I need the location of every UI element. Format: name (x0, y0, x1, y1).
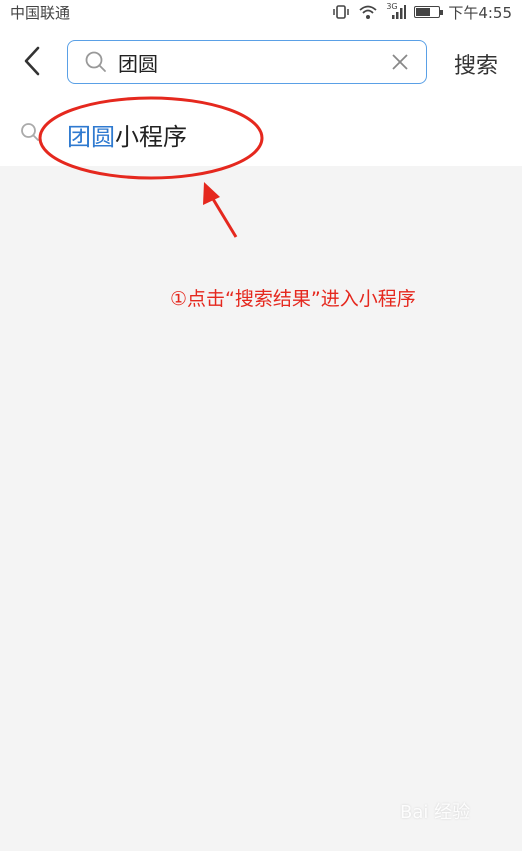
result-highlight: 团圆 (67, 123, 115, 151)
search-field[interactable] (67, 40, 427, 84)
chevron-left-icon (24, 46, 40, 76)
network-type-label: 3G (386, 2, 398, 11)
result-label: 团圆小程序 (67, 117, 187, 152)
vibrate-icon (332, 4, 350, 20)
watermark: Bai 经验 (400, 802, 471, 823)
search-input[interactable] (116, 49, 370, 75)
instruction-text: ①点击“搜索结果”进入小程序 (170, 288, 416, 310)
battery-icon (414, 6, 444, 18)
status-icons: 3G 下午4:55 (332, 2, 512, 23)
clear-icon[interactable] (390, 52, 410, 72)
search-result-item[interactable]: 团圆小程序 (0, 100, 522, 166)
search-icon (85, 51, 106, 72)
search-icon (21, 123, 39, 141)
carrier-label: 中国联通 (10, 3, 71, 22)
search-button[interactable]: 搜索 (454, 48, 498, 80)
search-header: 搜索 (0, 24, 522, 100)
back-button[interactable] (18, 44, 48, 78)
result-suffix: 小程序 (115, 123, 187, 151)
clock: 下午4:55 (448, 3, 512, 22)
wifi-icon (358, 4, 378, 20)
arrow-icon (203, 182, 238, 238)
signal-icon: 3G (386, 2, 407, 20)
status-bar: 中国联通 3G 下午4:55 (0, 0, 522, 24)
